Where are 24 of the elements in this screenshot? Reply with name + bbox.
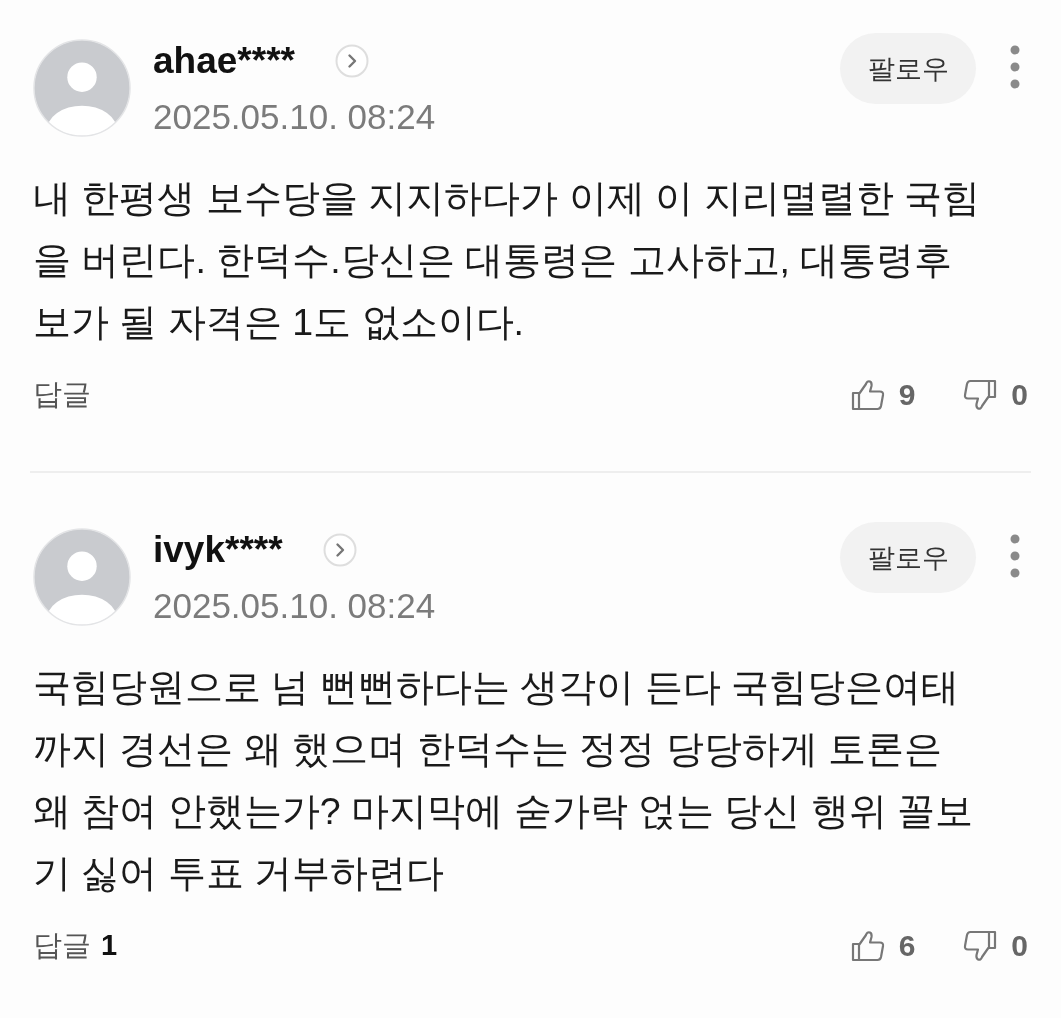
avatar-icon bbox=[33, 528, 131, 626]
chevron-right-icon[interactable] bbox=[334, 44, 369, 78]
like-button[interactable]: 6 bbox=[850, 929, 916, 963]
follow-button[interactable]: 팔로우 bbox=[840, 522, 976, 593]
chevron-right-icon[interactable] bbox=[322, 533, 357, 567]
reply-button[interactable]: 답글 1 bbox=[33, 926, 118, 966]
like-button[interactable]: 9 bbox=[850, 378, 916, 412]
dislike-button[interactable]: 0 bbox=[963, 929, 1028, 963]
thumbs-down-icon bbox=[963, 930, 998, 962]
comment-text: 내 한평생 보수당을 지지하다가 이제 이 지리멸렬한 국힘을 버린다. 한덕수.당신은 대통령은 고사하고, 대통령후보가 될 자격은 1도 없소이다. bbox=[33, 176, 980, 345]
avatar-icon bbox=[33, 39, 131, 137]
more-options-icon[interactable] bbox=[1010, 45, 1020, 89]
dislike-button[interactable]: 0 bbox=[963, 378, 1028, 412]
reply-button[interactable]: 답글 bbox=[33, 375, 91, 415]
follow-button[interactable]: 팔로우 bbox=[840, 33, 976, 104]
comment-text: 국힘당원으로 넘 뻔뻔하다는 생각이 든다 국힘당은여태까지 경선은 왜 했으며 한덕수는 정정 당당하게 토론은 왜 참여 안했는가? 마지막에 숟가락 얹는 당신 행위 꼴보기 싫어 투표 거부하련다 bbox=[33, 665, 975, 896]
thumbs-up-icon bbox=[850, 930, 885, 962]
more-options-icon[interactable] bbox=[1010, 534, 1020, 578]
comment-date: 2025.05.10. 08:24 bbox=[153, 97, 437, 137]
thumbs-up-icon bbox=[850, 379, 885, 411]
username: ahae**** bbox=[153, 40, 295, 82]
comment-date: 2025.05.10. 08:24 bbox=[153, 586, 437, 626]
username: ivyk**** bbox=[153, 529, 283, 571]
thumbs-down-icon bbox=[963, 379, 998, 411]
